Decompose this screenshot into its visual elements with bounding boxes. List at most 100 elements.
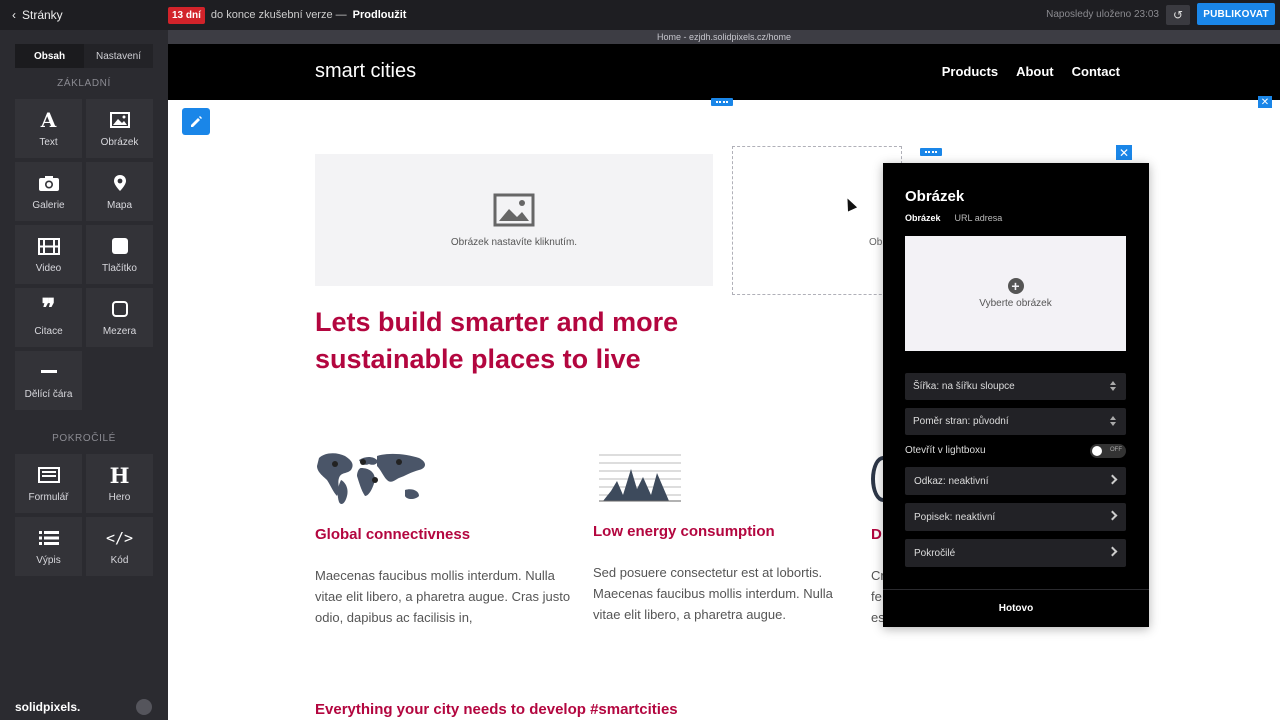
hero-headline: Lets build smarter and more sustainable …: [315, 307, 679, 374]
section-title-smartcities: Everything your city needs to develop #s…: [315, 701, 678, 718]
globe-icon[interactable]: [136, 699, 152, 715]
trial-days-badge: 13 dní: [168, 6, 205, 24]
element-quote-label: Citace: [34, 326, 63, 337]
select-arrows-icon: [1110, 380, 1116, 392]
plus-circle-icon: +: [1007, 278, 1024, 294]
quote-icon: ❞: [41, 294, 56, 324]
element-video[interactable]: Video: [15, 225, 82, 284]
nav-contact[interactable]: Contact: [1072, 64, 1120, 79]
site-nav: Products About Contact: [942, 64, 1120, 79]
section-drag-handle[interactable]: [711, 98, 733, 106]
toggle-knob: [1092, 446, 1102, 456]
element-hero[interactable]: H Hero: [86, 454, 153, 513]
element-image-label: Obrázek: [100, 137, 139, 148]
tab-url[interactable]: URL adresa: [955, 213, 1003, 223]
last-saved-status: Naposledy uloženo 23:03: [1046, 9, 1159, 20]
undo-icon: ↺: [1172, 8, 1184, 22]
close-section-icon[interactable]: ✕: [1258, 96, 1272, 108]
advanced-setting-row[interactable]: Pokročilé: [905, 539, 1126, 567]
trial-notice: 13 dní do konce zkušební verze — Prodlou…: [168, 0, 406, 30]
element-text[interactable]: A Text: [15, 99, 82, 158]
element-button-label: Tlačítko: [101, 263, 137, 274]
caption-setting-row[interactable]: Popisek: neaktivní: [905, 503, 1126, 531]
panel-tabs: Obrázek URL adresa: [905, 213, 1002, 223]
element-code[interactable]: </> Kód: [86, 517, 153, 576]
solidpixels-logo: solidpixels.: [15, 700, 81, 714]
film-icon: [37, 235, 60, 257]
lightbox-label: Otevřít v lightboxu: [905, 445, 986, 456]
spacer-icon: [109, 298, 131, 320]
feature-title-energy: Low energy consumption: [593, 523, 775, 540]
link-setting-row[interactable]: Odkaz: neaktivní: [905, 467, 1126, 495]
element-map-label: Mapa: [106, 200, 132, 211]
extend-trial-link[interactable]: Prodloužit: [353, 9, 407, 21]
caption-setting-label: Popisek: neaktivní: [914, 511, 996, 523]
hero-icon: H: [109, 462, 130, 488]
advanced-section-title: POKROČILÉ: [52, 433, 116, 444]
done-button[interactable]: Hotovo: [883, 590, 1149, 627]
undo-button[interactable]: ↺: [1166, 5, 1190, 25]
nav-about[interactable]: About: [1016, 64, 1054, 79]
back-to-pages-button[interactable]: ‹ Stránky: [0, 0, 168, 30]
list-icon: [38, 527, 60, 549]
sidebar-tabs: Obsah Nastavení: [15, 44, 153, 68]
element-hero-label: Hero: [108, 492, 131, 503]
element-spacer[interactable]: Mezera: [86, 288, 153, 347]
choose-image-button[interactable]: + Vyberte obrázek: [905, 236, 1126, 351]
element-spacer-label: Mezera: [102, 326, 137, 337]
link-setting-label: Odkaz: neaktivní: [914, 475, 989, 487]
block-drag-handle[interactable]: [920, 148, 942, 156]
tab-content[interactable]: Obsah: [15, 44, 84, 68]
basic-section-title: ZÁKLADNÍ: [57, 78, 111, 89]
tab-settings[interactable]: Nastavení: [84, 44, 153, 68]
chevron-left-icon: ‹: [12, 8, 16, 22]
toggle-state-label: OFF: [1110, 447, 1122, 453]
image-placeholder-label-partial: Ob: [869, 237, 883, 248]
element-button[interactable]: Tlačítko: [86, 225, 153, 284]
pencil-icon: [191, 115, 202, 127]
page-url-bar: Home - ezjdh.solidpixels.cz/home: [168, 30, 1280, 44]
element-divider[interactable]: Dělící čára: [15, 351, 82, 410]
site-header: smart cities Products About Contact: [168, 44, 1280, 100]
selected-image-block[interactable]: Ob: [732, 146, 902, 295]
divider-icon: [38, 361, 60, 383]
elements-sidebar: Obsah Nastavení ZÁKLADNÍ A Text Obrázek …: [0, 30, 168, 720]
element-map[interactable]: Mapa: [86, 162, 153, 221]
feature-text-connectivity: Maecenas faucibus mollis interdum. Nulla…: [315, 568, 571, 625]
element-gallery[interactable]: Galerie: [15, 162, 82, 221]
editor-topbar: ‹ Stránky 13 dní do konce zkušební verze…: [0, 0, 1280, 30]
image-settings-panel: Obrázek Obrázek URL adresa + Vyberte obr…: [883, 163, 1149, 627]
energy-chart-illustration: [599, 454, 681, 502]
feature-title-connectivity: Global connectivness: [315, 526, 471, 543]
nav-products[interactable]: Products: [942, 64, 998, 79]
lightbox-setting: Otevřít v lightboxu OFF: [905, 444, 1126, 459]
advanced-setting-label: Pokročilé: [914, 547, 956, 559]
close-block-icon[interactable]: ✕: [1116, 145, 1132, 160]
element-list-label: Výpis: [36, 555, 61, 566]
aspect-ratio-select[interactable]: Poměr stran: původní: [905, 408, 1126, 435]
feature-text-third: Cr fe es: [871, 568, 885, 625]
element-form[interactable]: Formulář: [15, 454, 82, 513]
lightbox-toggle[interactable]: OFF: [1090, 444, 1126, 458]
element-video-label: Video: [35, 263, 62, 274]
back-label: Stránky: [22, 8, 63, 22]
element-image[interactable]: Obrázek: [86, 99, 153, 158]
image-placeholder[interactable]: Obrázek nastavíte kliknutím.: [315, 154, 713, 286]
width-select[interactable]: Šířka: na šířku sloupce: [905, 373, 1126, 400]
button-icon: [109, 235, 131, 257]
width-select-value: Šířka: na šířku sloupce: [913, 381, 1015, 392]
element-list[interactable]: Výpis: [15, 517, 82, 576]
element-form-label: Formulář: [28, 492, 69, 503]
tab-image[interactable]: Obrázek: [905, 213, 941, 223]
select-arrows-icon: [1110, 415, 1116, 427]
site-logo[interactable]: smart cities: [315, 60, 416, 83]
image-placeholder-label: Obrázek nastavíte kliknutím.: [450, 236, 578, 248]
panel-title: Obrázek: [905, 188, 965, 205]
publish-button[interactable]: PUBLIKOVAT: [1197, 3, 1275, 25]
feature-text-energy: Sed posuere consectetur est at lobortis.…: [593, 565, 833, 622]
code-icon: </>: [105, 529, 134, 547]
edit-section-button[interactable]: [182, 108, 210, 135]
element-quote[interactable]: ❞ Citace: [15, 288, 82, 347]
feature-title-third: D: [871, 526, 882, 543]
chevron-right-icon: [1107, 510, 1118, 521]
